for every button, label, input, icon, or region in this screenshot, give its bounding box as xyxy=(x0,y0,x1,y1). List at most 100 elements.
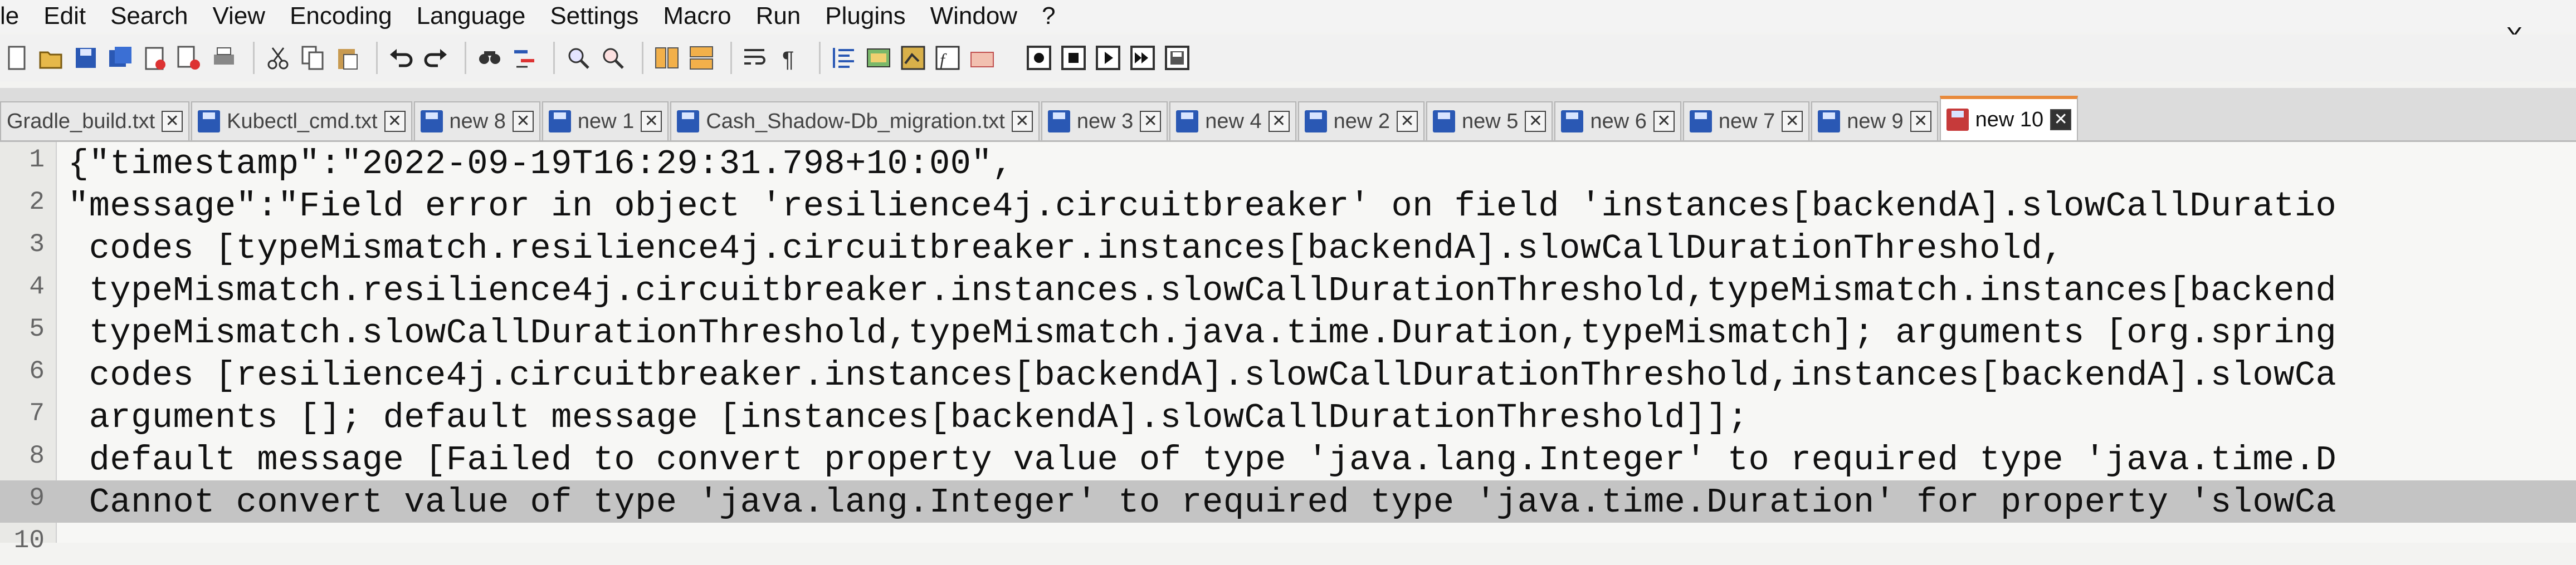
tab-kubectl-cmd-txt[interactable]: Kubectl_cmd.txt ✕ xyxy=(191,101,412,140)
menu-item-run[interactable]: Run xyxy=(744,2,813,30)
tab-close-icon[interactable]: ✕ xyxy=(1397,111,1418,132)
line-text[interactable]: typeMismatch.slowCallDurationThreshold,t… xyxy=(68,313,2519,353)
tab-close-icon[interactable]: ✕ xyxy=(1782,111,1803,132)
indent-guide-button[interactable] xyxy=(830,43,858,72)
menu-item-window[interactable]: Window xyxy=(918,2,1030,30)
editor-line[interactable]: 5 typeMismatch.slowCallDurationThreshold… xyxy=(0,311,2576,353)
tab-close-icon[interactable]: ✕ xyxy=(1140,111,1162,132)
find-button[interactable] xyxy=(475,43,504,72)
line-text[interactable]: default message [Failed to convert prope… xyxy=(68,440,2519,480)
stop-macro-icon xyxy=(1061,46,1086,70)
cut-button[interactable] xyxy=(264,43,292,72)
tab-new-7[interactable]: new 7 ✕ xyxy=(1682,101,1810,140)
menu-item-language[interactable]: Language xyxy=(404,2,538,30)
editor-line[interactable]: 8 default message [Failed to convert pro… xyxy=(0,438,2576,480)
tab-new-5[interactable]: new 5 ✕ xyxy=(1426,101,1553,140)
editor-line[interactable]: 1 {"timestamp":"2022-09-19T16:29:31.798+1… xyxy=(0,142,2576,184)
editor-line[interactable]: 10 xyxy=(0,523,2576,565)
doc-map-button[interactable] xyxy=(899,43,928,72)
tab-label: new 9 xyxy=(1847,109,1904,133)
tab-new-8[interactable]: new 8 ✕ xyxy=(413,101,540,140)
tab-close-icon[interactable]: ✕ xyxy=(1910,111,1931,132)
menu-item-view[interactable]: View xyxy=(201,2,278,30)
tab-close-icon[interactable]: ✕ xyxy=(512,111,534,132)
zoom-out-button[interactable] xyxy=(598,43,627,72)
line-text[interactable]: codes [typeMismatch.resilience4j.circuit… xyxy=(68,229,2519,268)
sync-vertical-button[interactable] xyxy=(652,43,681,72)
folder-workspace-button[interactable] xyxy=(968,43,997,72)
tab-label: new 3 xyxy=(1076,109,1134,133)
tab-close-icon[interactable]: ✕ xyxy=(384,111,406,132)
save-button[interactable] xyxy=(71,43,100,72)
tab-new-6[interactable]: new 6 ✕ xyxy=(1554,101,1681,140)
tab-new-10[interactable]: new 10 ✕ xyxy=(1939,96,2079,140)
line-text[interactable]: arguments []; default message [instances… xyxy=(68,398,2519,438)
show-all-chars-button[interactable]: ¶ xyxy=(775,43,804,72)
open-file-button[interactable] xyxy=(37,43,66,72)
menu-item-encoding[interactable]: Encoding xyxy=(277,2,404,30)
tab-close-icon[interactable]: ✕ xyxy=(1011,111,1033,132)
tab-new-2[interactable]: new 2 ✕ xyxy=(1297,101,1425,140)
menu-item-settings[interactable]: Settings xyxy=(538,2,651,30)
tab-close-icon[interactable]: ✕ xyxy=(1268,111,1290,132)
menu-bar: le Edit Search View Encoding Language Settings… xyxy=(0,0,2576,32)
line-text[interactable]: Cannot convert value of type 'java.lang.… xyxy=(68,483,2519,522)
editor-line[interactable]: 3 codes [typeMismatch.resilience4j.circu… xyxy=(0,227,2576,269)
tab-label: new 7 xyxy=(1718,109,1775,133)
close-all-button[interactable] xyxy=(175,43,204,72)
tab-new-9[interactable]: new 9 ✕ xyxy=(1811,101,1938,140)
word-wrap-button[interactable] xyxy=(741,43,770,72)
sync-horizontal-icon xyxy=(690,46,713,70)
menu-item-search[interactable]: Search xyxy=(98,2,200,30)
tab-new-1[interactable]: new 1 ✕ xyxy=(541,101,669,140)
editor-line[interactable]: 9 Cannot convert value of type 'java.lan… xyxy=(0,480,2576,523)
tab-new-4[interactable]: new 4 ✕ xyxy=(1169,101,1296,140)
line-text[interactable]: {"timestamp":"2022-09-19T16:29:31.798+10… xyxy=(68,144,2519,184)
print-button[interactable] xyxy=(209,43,238,72)
editor[interactable]: 1 {"timestamp":"2022-09-19T16:29:31.798+1… xyxy=(0,142,2576,555)
editor-line[interactable]: 7 arguments []; default message [instanc… xyxy=(0,396,2576,438)
function-list-button[interactable]: f xyxy=(933,43,962,72)
editor-line[interactable]: 2 "message":"Field error in object 'resil… xyxy=(0,184,2576,227)
stop-macro-button[interactable] xyxy=(1059,43,1088,72)
language-button[interactable] xyxy=(864,43,893,72)
toolbar-separator xyxy=(376,42,378,74)
tab-close-icon[interactable]: ✕ xyxy=(641,111,662,132)
tab-label: Cash_Shadow-Db_migration.txt xyxy=(706,109,1005,133)
menu-item-le[interactable]: le xyxy=(0,2,31,30)
sync-horizontal-button[interactable] xyxy=(687,43,716,72)
tab-gradle-build-txt[interactable]: Gradle_build.txt ✕ xyxy=(0,101,190,140)
line-number: 6 xyxy=(29,357,45,386)
tab-close-icon[interactable]: ✕ xyxy=(1525,111,1546,132)
tab-new-3[interactable]: new 3 ✕ xyxy=(1041,101,1168,140)
line-number: 8 xyxy=(29,441,45,470)
line-text[interactable]: codes [resilience4j.circuitbreaker.insta… xyxy=(68,356,2519,395)
play-macro-button[interactable] xyxy=(1094,43,1123,72)
paste-icon xyxy=(338,49,358,70)
tab-close-icon[interactable]: ✕ xyxy=(1653,111,1675,132)
tab-close-icon[interactable]: ✕ xyxy=(2050,109,2072,130)
tab-close-icon[interactable]: ✕ xyxy=(162,111,183,132)
save-all-button[interactable] xyxy=(106,43,135,72)
new-file-button[interactable] xyxy=(2,43,31,72)
menu-item-help[interactable]: ? xyxy=(1030,2,1067,30)
menu-item-macro[interactable]: Macro xyxy=(651,2,743,30)
tab-cash-shadow-db-migration-txt[interactable]: Cash_Shadow-Db_migration.txt ✕ xyxy=(670,101,1040,140)
replace-button[interactable] xyxy=(510,43,539,72)
line-text[interactable]: "message":"Field error in object 'resili… xyxy=(68,186,2519,226)
editor-line[interactable]: 6 codes [resilience4j.circuitbreaker.ins… xyxy=(0,353,2576,396)
menu-item-plugins[interactable]: Plugins xyxy=(813,2,918,30)
editor-line[interactable]: 4 typeMismatch.resilience4j.circuitbreak… xyxy=(0,269,2576,311)
close-button[interactable] xyxy=(140,43,169,72)
menu-item-edit[interactable]: Edit xyxy=(31,2,98,30)
zoom-in-button[interactable] xyxy=(564,43,593,72)
copy-button[interactable] xyxy=(298,43,327,72)
paste-button[interactable] xyxy=(333,43,362,72)
save-macro-button[interactable] xyxy=(1163,43,1192,72)
record-macro-button[interactable] xyxy=(1024,43,1053,72)
line-text[interactable]: typeMismatch.resilience4j.circuitbreaker… xyxy=(68,271,2519,311)
file-save-state-icon xyxy=(1946,109,1969,131)
redo-button[interactable] xyxy=(421,43,450,72)
run-macro-multiple-button[interactable] xyxy=(1128,43,1157,72)
undo-button[interactable] xyxy=(387,43,416,72)
